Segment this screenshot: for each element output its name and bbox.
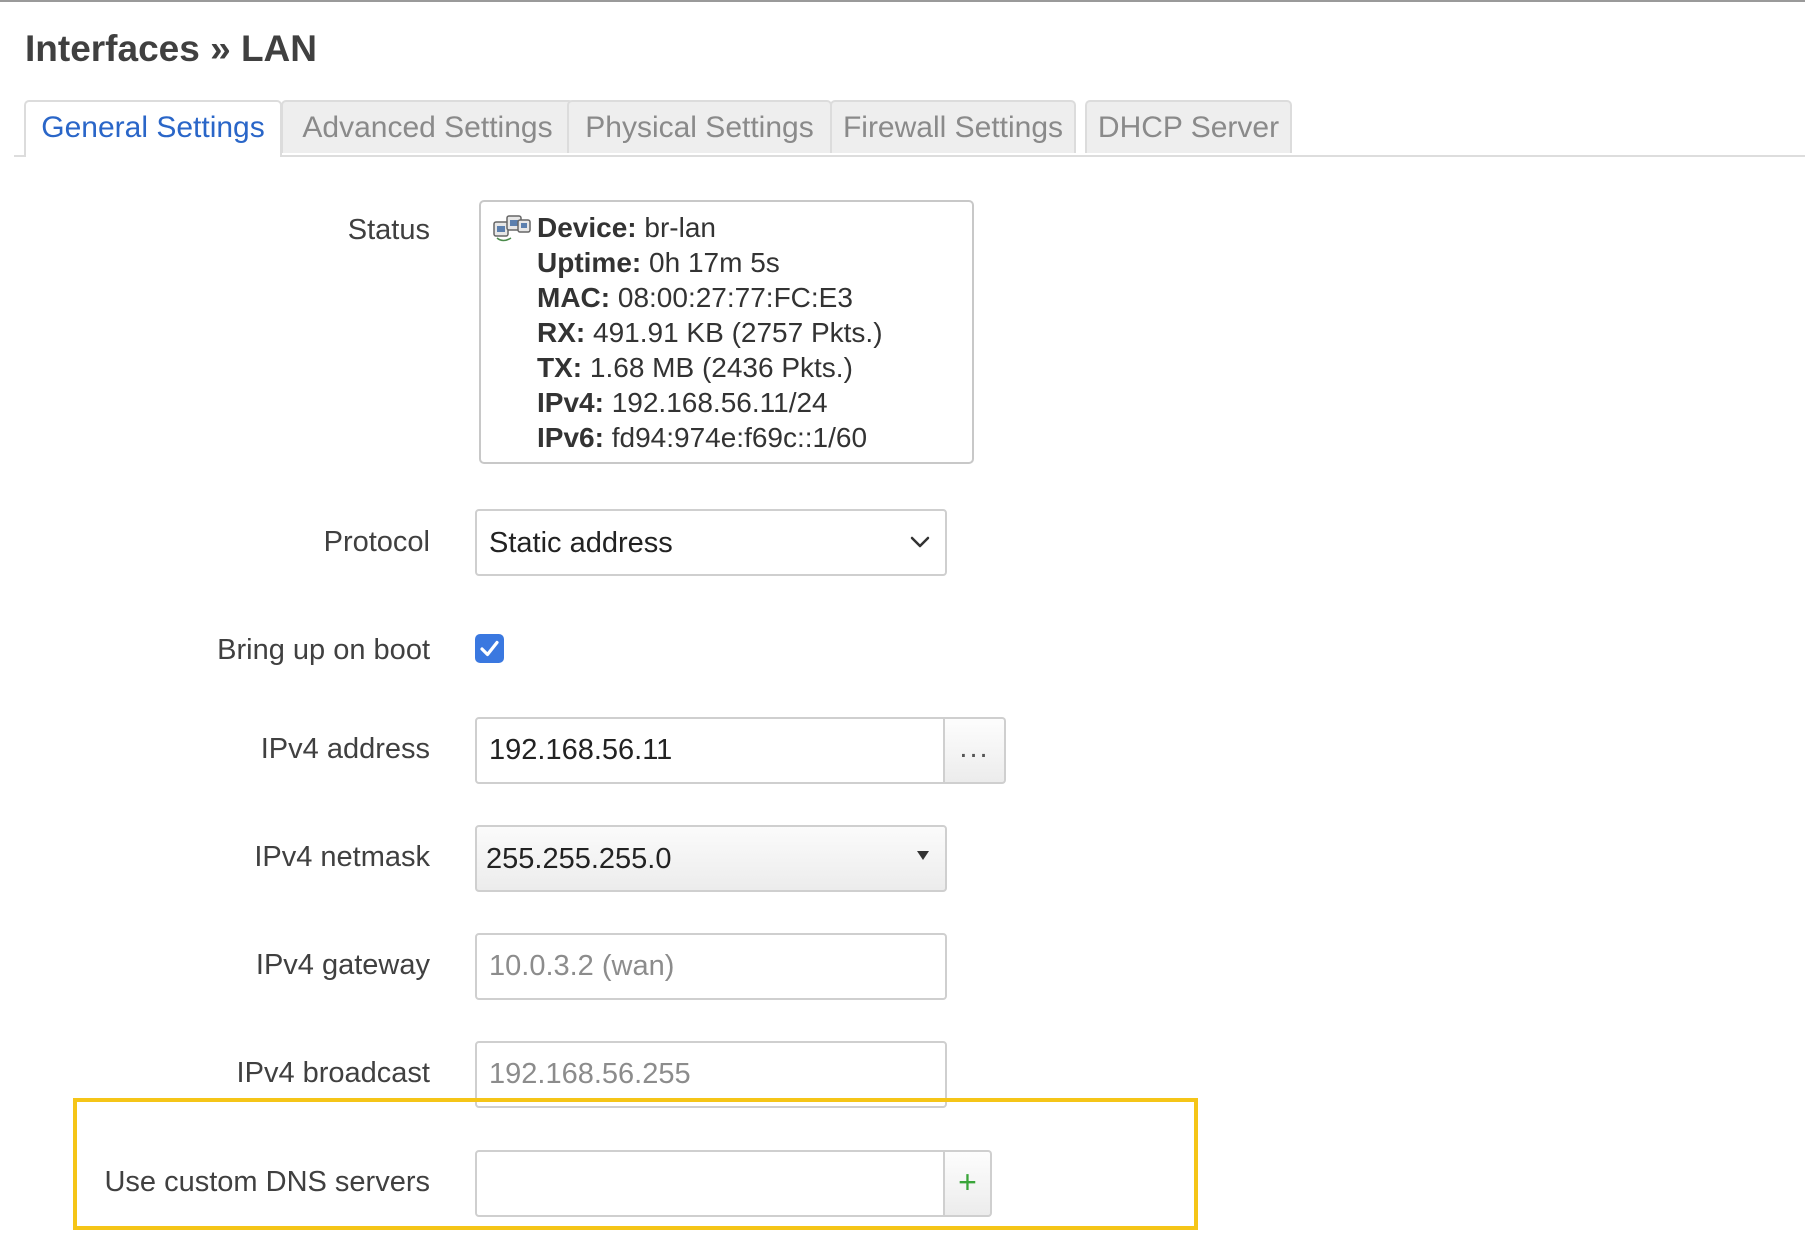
ipv4-broadcast-input[interactable] xyxy=(475,1041,947,1108)
status-device: Device: br-lan xyxy=(537,212,716,243)
dropdown-triangle-icon xyxy=(917,851,929,860)
ipv4-netmask-select[interactable]: 255.255.255.0 xyxy=(475,825,947,892)
ipv4-netmask-value: 255.255.255.0 xyxy=(486,843,672,875)
checkmark-icon xyxy=(480,640,499,657)
tab-firewall-settings[interactable]: Firewall Settings xyxy=(830,100,1076,153)
status-panel: Device: br-lan Uptime: 0h 17m 5s MAC: 08… xyxy=(479,200,974,464)
ipv4-gateway-label: IPv4 gateway xyxy=(255,949,430,981)
protocol-label: Protocol xyxy=(323,526,430,558)
tab-advanced-settings[interactable]: Advanced Settings xyxy=(281,100,574,153)
status-details: Device: br-lan Uptime: 0h 17m 5s MAC: 08… xyxy=(537,210,883,455)
dns-servers-label: Use custom DNS servers xyxy=(104,1166,430,1198)
tab-bar: General Settings Advanced Settings Physi… xyxy=(14,100,1805,157)
chevron-down-icon xyxy=(910,536,930,548)
protocol-select[interactable]: Static address xyxy=(475,509,947,576)
top-border xyxy=(0,0,1805,2)
status-ipv6: IPv6: fd94:974e:f69c::1/60 xyxy=(537,422,868,453)
tab-general-settings[interactable]: General Settings xyxy=(24,100,282,157)
network-ports-icon xyxy=(493,215,531,242)
page-title: Interfaces » LAN xyxy=(25,28,317,69)
status-mac: MAC: 08:00:27:77:FC:E3 xyxy=(537,282,853,313)
ipv4-gateway-input[interactable] xyxy=(475,933,947,1000)
ipv4-address-input[interactable] xyxy=(475,717,945,784)
tab-dhcp-server[interactable]: DHCP Server xyxy=(1085,100,1292,153)
boot-label: Bring up on boot xyxy=(217,634,430,666)
ipv4-address-label: IPv4 address xyxy=(260,733,430,765)
add-dns-server-button[interactable]: + xyxy=(945,1150,992,1217)
boot-checkbox[interactable] xyxy=(475,634,504,663)
ipv4-netmask-label: IPv4 netmask xyxy=(254,841,430,873)
ipv4-address-more-button[interactable]: ... xyxy=(945,717,1006,784)
status-uptime: Uptime: 0h 17m 5s xyxy=(537,247,780,278)
ipv4-broadcast-label: IPv4 broadcast xyxy=(236,1057,430,1089)
status-tx: TX: 1.68 MB (2436 Pkts.) xyxy=(537,352,853,383)
tab-physical-settings[interactable]: Physical Settings xyxy=(567,100,832,153)
status-ipv4: IPv4: 192.168.56.11/24 xyxy=(537,387,828,418)
status-label: Status xyxy=(347,214,430,246)
protocol-value: Static address xyxy=(489,527,673,559)
dns-servers-input[interactable] xyxy=(475,1150,945,1217)
status-rx: RX: 491.91 KB (2757 Pkts.) xyxy=(537,317,883,348)
